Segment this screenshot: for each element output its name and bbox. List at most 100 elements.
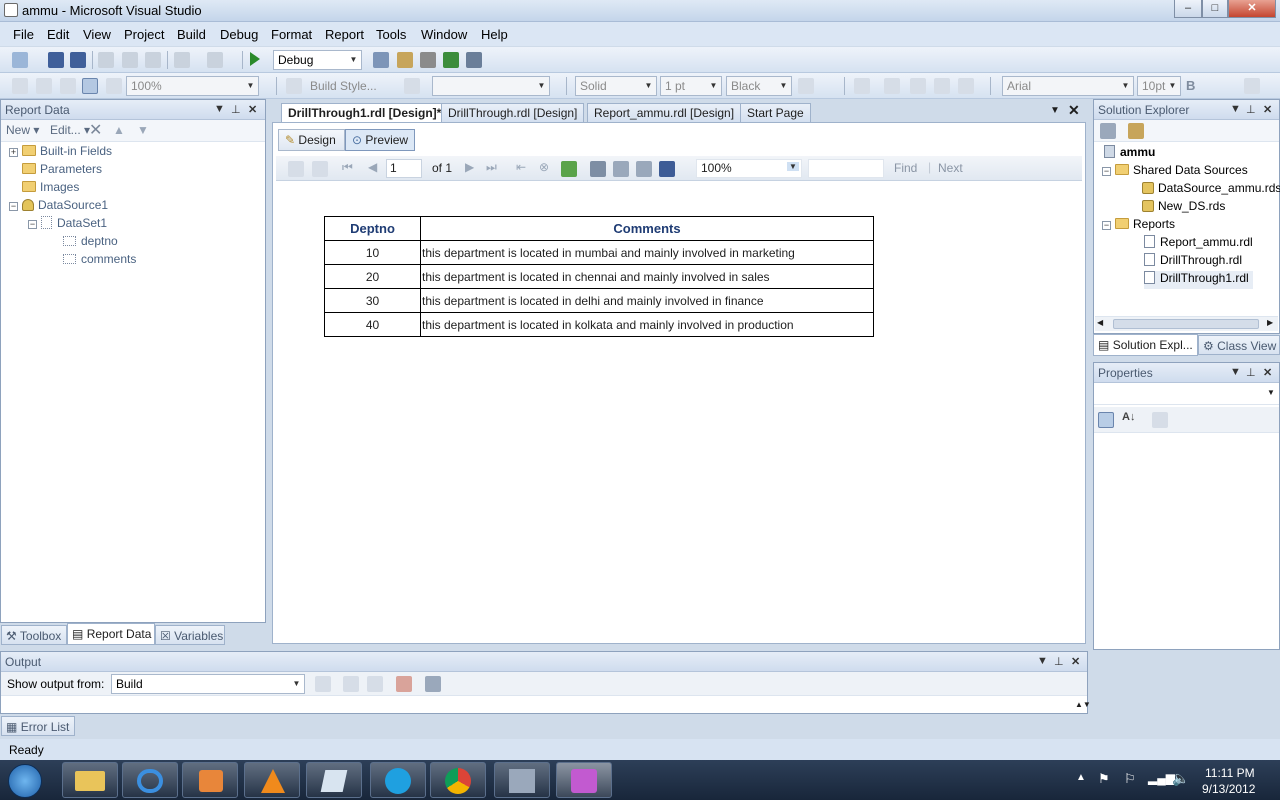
vlc-icon[interactable] [244, 762, 300, 798]
dropdown-icon[interactable]: ▼ [1230, 366, 1241, 378]
collapse-icon[interactable]: − [1102, 167, 1111, 176]
pin-icon[interactable]: ⊥ [1054, 655, 1064, 668]
alphabetical-icon[interactable]: A↓ [1122, 411, 1135, 423]
clock-date[interactable]: 9/13/2012 [1202, 782, 1255, 796]
clear-all-icon[interactable] [396, 676, 412, 692]
pin-icon[interactable]: ⊥ [231, 103, 241, 116]
undo-icon[interactable] [174, 52, 190, 68]
scroll-right-icon[interactable]: ▶ [1267, 318, 1273, 327]
scroll-left-icon[interactable]: ◀ [1097, 318, 1103, 327]
tab-report-data[interactable]: ▤ Report Data [67, 623, 155, 645]
page-icon[interactable] [12, 78, 28, 94]
previous-message-icon[interactable] [343, 676, 359, 692]
font-size-select[interactable]: 10pt ▼ [1137, 76, 1181, 96]
tab-class-view[interactable]: ⚙ Class View [1198, 335, 1280, 355]
report-icon[interactable] [36, 78, 52, 94]
stop-icon[interactable]: ⊗ [539, 160, 549, 174]
dropdown-icon[interactable]: ▼ [1230, 103, 1241, 115]
tree-item-images[interactable]: Images [22, 180, 79, 198]
tree-item-drillthrough1[interactable]: DrillThrough1.rdl [1144, 271, 1253, 289]
border-width-select[interactable]: 1 pt ▼ [660, 76, 722, 96]
clock-time[interactable]: 11:11 PM [1205, 766, 1255, 780]
collapse-icon[interactable]: − [1102, 221, 1111, 230]
align-center-icon[interactable] [910, 78, 926, 94]
cut-icon[interactable] [98, 52, 114, 68]
menu-view[interactable]: View [83, 27, 111, 42]
skype-icon[interactable] [370, 762, 426, 798]
collapse-icon[interactable]: − [9, 202, 18, 211]
new-button[interactable]: New ▾ [6, 123, 39, 137]
last-page-icon[interactable]: ⏭ [486, 160, 497, 175]
tree-item-parameters[interactable]: Parameters [22, 162, 102, 180]
edit-button[interactable]: Edit... ▾ [50, 123, 90, 137]
properties-icon[interactable] [397, 52, 413, 68]
media-player-icon[interactable] [182, 762, 238, 798]
tree-item-deptno[interactable]: deptno [63, 234, 118, 252]
notepad-icon[interactable] [306, 762, 362, 798]
close-button[interactable]: ✕ [1228, 0, 1276, 18]
layout-icon[interactable] [1244, 78, 1260, 94]
new-project-icon[interactable] [12, 52, 28, 68]
move-up-icon[interactable]: ▲ [113, 123, 125, 137]
ruler-icon[interactable] [106, 78, 122, 94]
scrollbar-thumb[interactable] [1113, 319, 1259, 329]
tree-item-project[interactable]: ammu [1104, 145, 1155, 163]
tools-app-icon[interactable] [494, 762, 550, 798]
menu-window[interactable]: Window [421, 27, 467, 42]
tree-item-datasource1[interactable]: − DataSource1 [9, 198, 108, 216]
menu-format[interactable]: Format [271, 27, 312, 42]
body-icon[interactable] [60, 78, 76, 94]
find-in-files-icon[interactable] [373, 52, 389, 68]
tab-preview[interactable]: ⊙ Preview [345, 129, 415, 151]
delete-icon[interactable]: ✕ [89, 120, 102, 140]
menu-tools[interactable]: Tools [376, 27, 406, 42]
dropdown-icon[interactable]: ▼ [214, 103, 225, 115]
move-down-icon[interactable]: ▼ [137, 123, 149, 137]
tree-item-report-ammu[interactable]: Report_ammu.rdl [1144, 235, 1253, 253]
tree-item-comments[interactable]: comments [63, 252, 136, 270]
page-setup-icon[interactable] [636, 161, 652, 177]
active-files-dropdown-icon[interactable]: ▼ [1050, 105, 1060, 116]
align-icon[interactable] [854, 78, 870, 94]
zoom-select[interactable]: 100% ▼ [696, 159, 802, 178]
property-pages-icon[interactable] [1152, 412, 1168, 428]
command-window-icon[interactable] [466, 52, 482, 68]
menu-report[interactable]: Report [325, 27, 364, 42]
tab-drillthrough1-design[interactable]: DrillThrough1.rdl [Design]* [281, 103, 449, 123]
zoom-select[interactable]: 100% ▼ [126, 76, 259, 96]
refresh-icon[interactable] [561, 161, 577, 177]
start-button[interactable] [8, 764, 42, 798]
maximize-button[interactable]: □ [1202, 0, 1228, 18]
pin-icon[interactable]: ⊥ [1246, 103, 1256, 116]
grid-icon[interactable] [82, 78, 98, 94]
visual-studio-taskbar-icon[interactable] [556, 762, 612, 798]
find-next-button[interactable]: Next [938, 161, 963, 175]
find-input[interactable] [808, 159, 884, 178]
scroll-icon[interactable]: ▲▼ [1075, 700, 1091, 709]
pin-icon[interactable]: ⊥ [1246, 366, 1256, 379]
tab-error-list[interactable]: ▦ Error List [1, 716, 75, 736]
print-layout-icon[interactable] [613, 161, 629, 177]
categorized-icon[interactable] [1098, 412, 1114, 428]
tree-item-new-ds[interactable]: New_DS.rds [1142, 199, 1225, 217]
borders-icon[interactable] [798, 78, 814, 94]
style-icon[interactable] [404, 78, 420, 94]
paste-icon[interactable] [145, 52, 161, 68]
redo-icon[interactable] [207, 52, 223, 68]
chrome-icon[interactable] [430, 762, 486, 798]
previous-page-icon[interactable]: ◀ [368, 160, 377, 174]
align-left-icon[interactable] [884, 78, 900, 94]
tree-item-drillthrough[interactable]: DrillThrough.rdl [1144, 253, 1242, 271]
close-icon[interactable]: ✕ [1263, 103, 1272, 116]
menu-build[interactable]: Build [177, 27, 206, 42]
copy-icon[interactable] [122, 52, 138, 68]
menu-edit[interactable]: Edit [47, 27, 69, 42]
tab-drillthrough-design[interactable]: DrillThrough.rdl [Design] [441, 103, 585, 122]
find-message-icon[interactable] [315, 676, 331, 692]
save-icon[interactable] [48, 52, 64, 68]
align-right-icon[interactable] [934, 78, 950, 94]
action-center-icon[interactable]: ⚑ [1098, 771, 1110, 787]
start-debugging-icon[interactable] [250, 52, 260, 66]
solution-config-select[interactable]: Debug ▼ [273, 50, 362, 70]
dropdown-icon[interactable]: ▼ [1037, 655, 1048, 667]
